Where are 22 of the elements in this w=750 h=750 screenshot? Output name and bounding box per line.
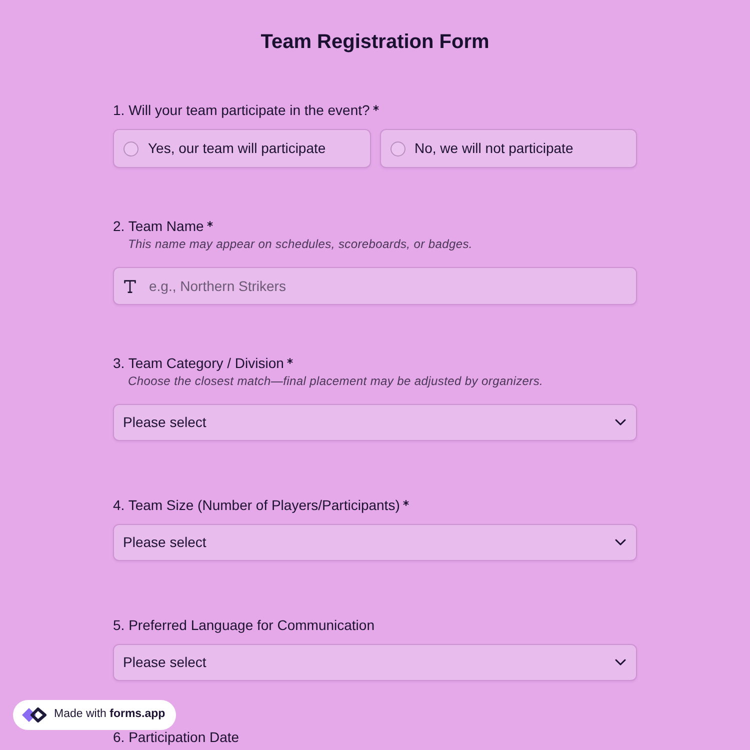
question-label: 1. Will your team participate in the event? — [113, 101, 370, 120]
form-title: Team Registration Form — [260, 30, 490, 54]
chevron-down-icon — [615, 539, 626, 546]
question-label: 6. Participation Date — [113, 729, 240, 745]
question-label: 2. Team Name — [113, 217, 204, 236]
question-label: 4. Team Size (Number of Players/Participants) — [113, 496, 400, 515]
radio-button[interactable] — [390, 140, 406, 156]
question-label: 5. Preferred Language for Communication — [113, 616, 374, 635]
text-icon — [124, 280, 136, 293]
text-input[interactable]: e.g., Northern Strikers — [113, 267, 637, 305]
radio-option[interactable]: Yes, our team will participate — [113, 129, 370, 168]
dropdown[interactable]: Please select — [113, 524, 637, 561]
chevron-down-icon — [615, 419, 626, 426]
chevron-down-icon — [615, 659, 626, 666]
radio-option[interactable]: No, we will not participate — [380, 129, 637, 168]
help-text: This name may appear on schedules, scoreboards, or badges. — [127, 236, 474, 252]
help-text: Choose the closest match—final placement may be adjusted by organizers. — [127, 373, 544, 389]
made-with-badge[interactable]: Made with forms.app — [13, 700, 176, 730]
dropdown[interactable]: Please select — [113, 404, 637, 441]
radio-button[interactable] — [123, 140, 139, 156]
dropdown[interactable]: Please select — [113, 644, 637, 681]
question-label: 3. Team Category / Division — [113, 354, 284, 373]
